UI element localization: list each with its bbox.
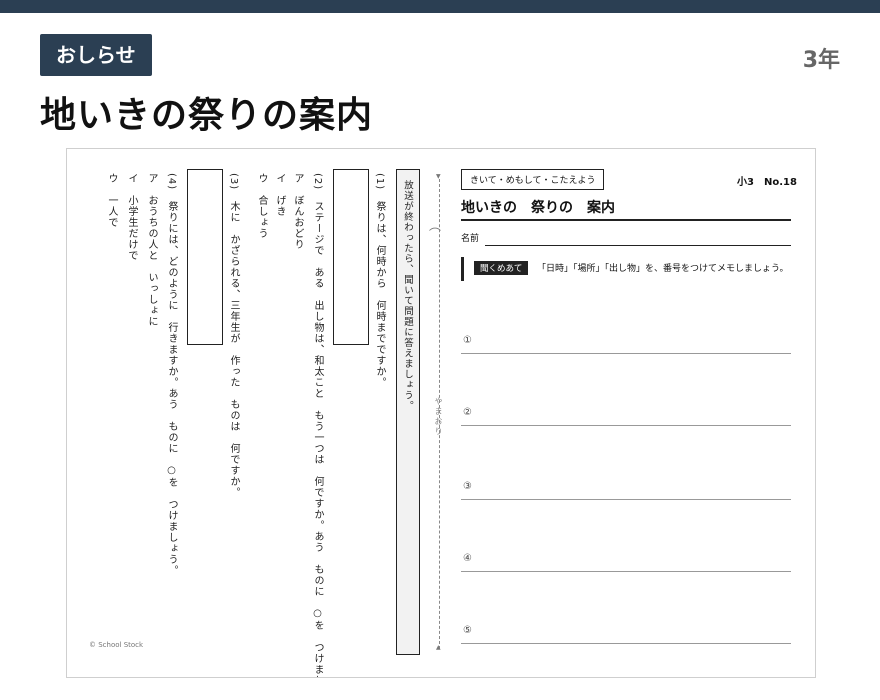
worksheet-preview: 放送が終わったら、聞いて問題に答えましょう。 (1) 祭りは、何時から 何時まで… [66,148,816,678]
instruction-box: 放送が終わったら、聞いて問題に答えましょう。 [396,169,420,655]
worksheet-number: 小3 No.18 [737,177,797,188]
name-line [485,245,791,246]
grade-label: 3年 [802,48,840,73]
question-4-option-b: イ 小学生だけで [126,173,137,261]
memo-line-3 [461,499,791,500]
question-3: (3) 木に かざられる、三年生が 作った ものは 何ですか。 [228,173,239,499]
question-4-option-a: ア おうちの人と いっしょに [146,173,157,327]
notice-badge: おしらせ [40,34,152,76]
memo-prompt: 「日時」「場所」「出し物」を、番号をつけてメモしましょう。 [537,264,789,274]
title-underline [461,219,791,221]
accent-bar [461,257,464,281]
worksheet-title: 地いきの 祭りの 案内 [461,200,615,216]
memo-label-4: ④ [463,553,472,564]
memo-line-1 [461,353,791,354]
memo-line-2 [461,425,791,426]
goal-chip: 聞くめあて [474,261,529,275]
question-1: (1) 祭りは、何時から 何時までですか。 [374,173,385,389]
question-2-option-c: ウ 合しょう [256,173,267,239]
memo-label-3: ③ [463,481,472,492]
memo-label-5: ⑤ [463,625,472,636]
copyright-text: © School Stock [89,641,144,649]
memo-label-2: ② [463,407,472,418]
page-title: 地いきの祭りの案内 [40,95,374,136]
fold-label: やまおり [434,397,443,437]
question-2-option-b: イ げき [274,173,285,217]
scissors-icon: ⌒ [429,227,442,241]
top-bar [0,0,880,13]
answer-box-1 [333,169,369,345]
question-4-option-c: ウ 一人で [106,173,117,228]
activity-tag: きいて・めもして・こたえよう [461,169,605,190]
fold-arrow-bottom-icon: ▲ [436,644,441,651]
question-2: (2) ステージで ある 出し物は、和太こと もう一つは 何ですか。あう ものに… [312,173,323,678]
name-label: 名前 [461,234,480,244]
instruction-text: 放送が終わったら、聞いて問題に答えましょう。 [402,180,413,411]
memo-label-1: ① [463,335,472,346]
question-4: (4) 祭りには、どのように 行きますか。あう ものに ○を つけましょう。 [166,173,177,577]
question-2-option-a: ア ぼんおどり [292,173,303,250]
memo-line-4 [461,571,791,572]
answer-box-3 [187,169,223,345]
memo-line-5 [461,643,791,644]
